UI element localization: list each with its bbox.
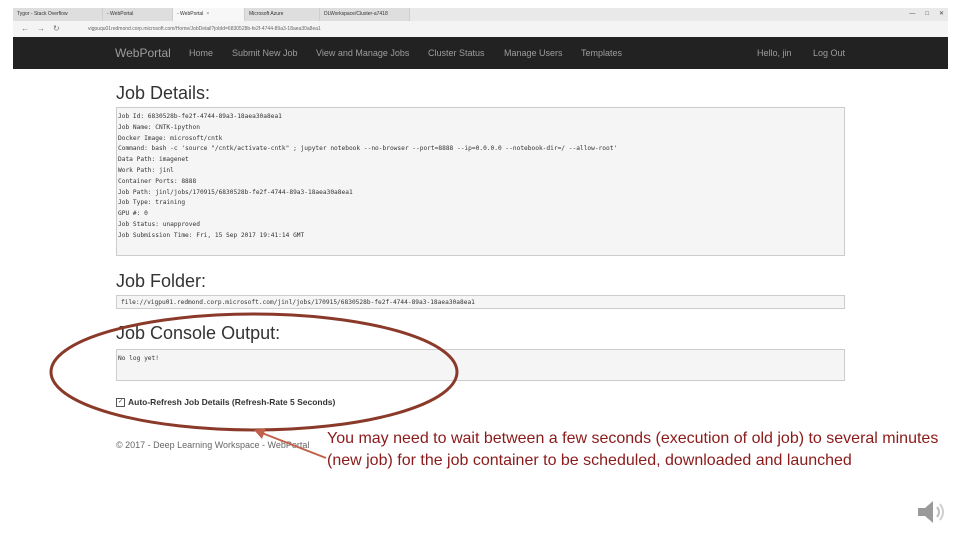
- window-close-icon[interactable]: ✕: [939, 8, 944, 21]
- job-detail-line: Work Path: jinl: [118, 166, 174, 174]
- job-detail-line: Job Submission Time: Fri, 15 Sep 2017 19…: [118, 231, 305, 239]
- address-bar[interactable]: vigpuqu01redmond.corp.microsoft.com/Home…: [88, 24, 588, 34]
- browser-chrome: Tygor - Stack Overflow - WebPortal - Web…: [13, 8, 948, 38]
- tab-stack-overflow[interactable]: Tygor - Stack Overflow: [13, 8, 103, 21]
- tab-microsoft-azure[interactable]: Microsoft Azure: [245, 8, 320, 21]
- job-detail-line: Job Id: 6830528b-fe2f-4744-89a3-18aea30a…: [118, 113, 282, 120]
- page-footer: © 2017 - Deep Learning Workspace - WebPo…: [116, 440, 310, 450]
- console-output-text: No log yet!: [118, 355, 159, 362]
- tab-label: DLWorkspace/Cluster-a7418: [324, 11, 388, 17]
- auto-refresh-label: Auto-Refresh Job Details (Refresh-Rate 5…: [128, 397, 336, 407]
- user-greeting[interactable]: Hello, jin: [757, 37, 792, 69]
- logout-link[interactable]: Log Out: [813, 37, 845, 69]
- job-detail-line: Command: bash -c 'source "/cntk/activate…: [118, 145, 618, 153]
- job-details-block: Job Id: 6830528b-fe2f-4744-89a3-18aea30a…: [116, 107, 845, 256]
- job-detail-line: Job Type: training: [118, 199, 186, 207]
- tab-strip: Tygor - Stack Overflow - WebPortal - Web…: [13, 8, 948, 21]
- nav-templates[interactable]: Templates: [581, 37, 622, 69]
- window-controls: — □ ✕: [909, 8, 944, 21]
- nav-view-manage-jobs[interactable]: View and Manage Jobs: [316, 37, 409, 69]
- address-row: ← → ↻ vigpuqu01redmond.corp.microsoft.co…: [13, 21, 948, 38]
- tab-label: Microsoft Azure: [249, 11, 284, 17]
- job-details-heading: Job Details:: [116, 83, 211, 103]
- nav-submit-new-job[interactable]: Submit New Job: [232, 37, 298, 69]
- tab-webportal-active[interactable]: - WebPortal ×: [173, 8, 245, 21]
- nav-manage-users[interactable]: Manage Users: [504, 37, 563, 69]
- tab-label: - WebPortal: [107, 11, 134, 17]
- minimize-icon[interactable]: —: [909, 8, 915, 21]
- navbar: WebPortal Home Submit New Job View and M…: [13, 37, 948, 69]
- brand-link[interactable]: WebPortal: [115, 37, 171, 69]
- maximize-icon[interactable]: □: [925, 8, 929, 21]
- job-detail-line: Job Status: unapproved: [118, 220, 200, 228]
- job-detail-line: Job Path: jinl/jobs/170915/6830528b-fe2f…: [118, 188, 353, 196]
- tab-webportal-1[interactable]: - WebPortal: [103, 8, 173, 21]
- job-detail-line: Container Ports: 8888: [118, 177, 197, 185]
- job-folder-heading: Job Folder:: [116, 271, 207, 291]
- auto-refresh-checkbox[interactable]: ✓: [116, 398, 125, 408]
- nav-cluster-status[interactable]: Cluster Status: [428, 37, 485, 69]
- tab-dlworkspace[interactable]: DLWorkspace/Cluster-a7418: [320, 8, 410, 21]
- annotation-arrow-head: [254, 428, 266, 439]
- job-detail-line: Job Name: CNTK-ipython: [118, 123, 200, 131]
- annotation-text: You may need to wait between a few secon…: [327, 430, 939, 469]
- back-arrow-icon[interactable]: ←: [21, 21, 29, 37]
- forward-arrow-icon[interactable]: →: [37, 21, 45, 37]
- tab-label: - WebPortal: [177, 11, 204, 17]
- console-output-heading: Job Console Output:: [116, 323, 281, 343]
- tab-close-icon[interactable]: ×: [206, 11, 209, 17]
- job-detail-line: Data Path: imagenet: [118, 156, 189, 164]
- console-output-block: No log yet!: [116, 349, 845, 381]
- nav-home[interactable]: Home: [189, 37, 213, 69]
- job-folder-path[interactable]: file://vigpu01.redmond.corp.microsoft.co…: [121, 298, 840, 308]
- job-folder-block: file://vigpu01.redmond.corp.microsoft.co…: [116, 295, 845, 309]
- job-detail-line: GPU #: 0: [118, 210, 148, 218]
- auto-refresh-row: ✓ Auto-Refresh Job Details (Refresh-Rate …: [116, 396, 335, 408]
- tab-label: Tygor - Stack Overflow: [17, 11, 68, 17]
- speaker-icon[interactable]: [914, 494, 950, 530]
- job-detail-line: Docker Image: microsoft/cntk: [118, 134, 223, 142]
- refresh-icon[interactable]: ↻: [53, 21, 60, 37]
